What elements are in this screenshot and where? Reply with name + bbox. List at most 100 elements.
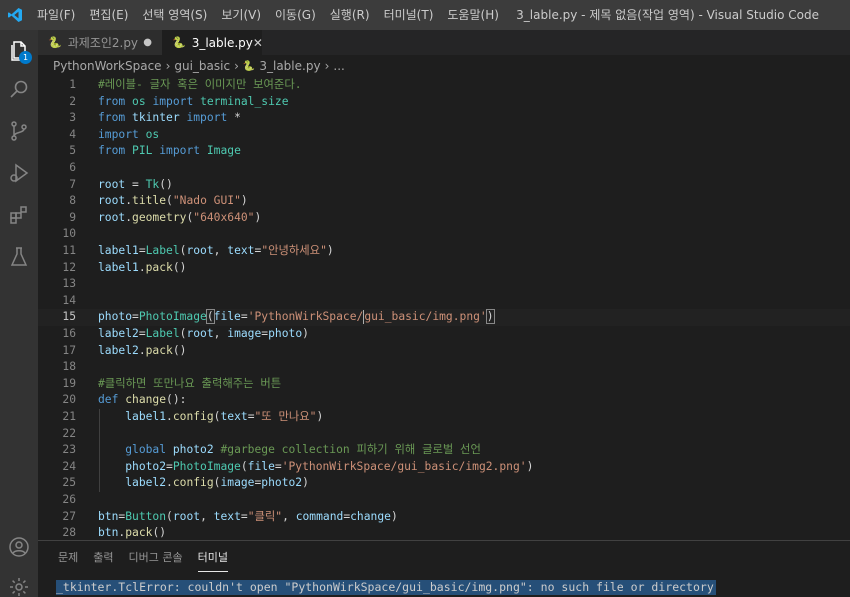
tab-assignment[interactable]: 🐍 과제조인2.py ● [38, 30, 162, 55]
breadcrumb-symbol[interactable]: ... [333, 59, 344, 73]
code-token: ) [390, 509, 398, 523]
menu-item[interactable]: 이동(G) [268, 0, 323, 30]
code-line[interactable]: 24 photo2=PhotoImage(file='PythonWirkSpa… [38, 459, 850, 476]
panel-tab[interactable]: 문제 [58, 549, 78, 572]
menu-item[interactable]: 터미널(T) [377, 0, 441, 30]
menu-item[interactable]: 실행(R) [323, 0, 377, 30]
code-token: label1 [98, 244, 139, 257]
code-token: photo2 [261, 476, 303, 490]
code-line[interactable]: 22 [38, 426, 850, 443]
code-token: config [172, 410, 214, 423]
code-line[interactable]: 17 label2.pack() [38, 343, 850, 360]
vscode-logo-icon [0, 0, 30, 30]
code-line[interactable]: 27 btn=Button(root, text="클릭", command=ch… [38, 509, 850, 526]
line-number: 18 [62, 360, 76, 374]
code-line[interactable]: 4 import os [38, 127, 850, 144]
code-line[interactable]: 3 from tkinter import * [38, 110, 850, 127]
run-debug-icon[interactable] [0, 154, 38, 192]
code-token: (): [166, 393, 187, 407]
code-line[interactable]: 20 def change(): [38, 392, 850, 409]
line-number: 26 [62, 493, 76, 506]
code-line[interactable]: 28 btn.pack() [38, 525, 850, 540]
line-number: 19 [62, 376, 76, 390]
code-token: = [240, 509, 248, 523]
account-icon[interactable] [0, 528, 38, 566]
code-token: title [132, 194, 167, 208]
code-line[interactable]: 5 from PIL import Image [38, 143, 850, 160]
code-line[interactable]: 25 label2.config(image=photo2) [38, 475, 850, 492]
code-token: def [98, 393, 119, 407]
code-line[interactable]: 11 label1=Label(root, text="안녕하세요") [38, 243, 850, 260]
code-line[interactable]: 13 [38, 276, 850, 293]
code-line[interactable]: 8 root.title("Nado GUI") [38, 193, 850, 210]
code-token: () [172, 343, 187, 357]
code-line[interactable]: 19 #클릭하면 또만나요 출력해주는 버튼 [38, 376, 850, 393]
unsaved-dot-icon[interactable]: ● [143, 37, 152, 48]
code-line[interactable]: 9 root.geometry("640x640") [38, 210, 850, 227]
code-line[interactable]: 12 label1.pack() [38, 260, 850, 277]
code-token: terminal_size [200, 94, 289, 108]
line-number: 2 [69, 94, 76, 108]
code-line[interactable]: 10 [38, 226, 850, 243]
menu-item[interactable]: 보기(V) [214, 0, 268, 30]
panel-tab[interactable]: 디버그 콘솔 [129, 549, 183, 572]
code-token: label2 [98, 343, 139, 357]
code-line[interactable]: 7 root = Tk() [38, 177, 850, 194]
terminal-output[interactable]: _tkinter.TclError: couldn't open "Python… [56, 580, 716, 595]
code-token: text [227, 244, 255, 257]
close-icon[interactable]: ✕ [253, 36, 263, 50]
code-token: PIL [132, 144, 153, 158]
panel-tab[interactable]: 출력 [93, 549, 113, 572]
panel-tab[interactable]: 터미널 [197, 549, 228, 572]
code-token: . [166, 410, 173, 423]
menu-item[interactable]: 선택 영역(S) [135, 0, 214, 30]
code-token: = [247, 410, 255, 423]
tab-label: 3_lable.py [191, 35, 253, 50]
code-token: ) [240, 194, 248, 208]
breadcrumb-workspace[interactable]: PythonWorkSpace [53, 59, 162, 73]
code-token: image [220, 476, 255, 490]
search-icon[interactable] [0, 70, 38, 108]
code-line[interactable]: 18 [38, 359, 850, 376]
code-editor[interactable]: 1 #레이블- 글자 혹은 이미지만 보여준다. 2 from os import t… [38, 77, 850, 540]
settings-gear-icon[interactable] [0, 568, 38, 597]
menu-item[interactable]: 편집(E) [82, 0, 135, 30]
code-token: Label [145, 244, 180, 257]
chevron-right-icon: › [165, 59, 171, 73]
code-token: Label [145, 327, 180, 340]
code-text: label2.pack() [98, 343, 186, 360]
code-line[interactable]: 16 label2=Label(root, image=photo) [38, 326, 850, 343]
code-token: ) [302, 476, 309, 490]
menu-item[interactable]: 도움말(H) [440, 0, 506, 30]
code-line[interactable]: 2 from os import terminal_size [38, 94, 850, 111]
code-line[interactable]: 26 [38, 492, 850, 509]
code-token: os [145, 127, 160, 141]
code-token: #레이블- 글자 혹은 이미지만 보여준다. [98, 78, 302, 91]
code-line[interactable]: 15 photo=PhotoImage(file='PythonWirkSpace… [38, 309, 850, 326]
code-token: #클릭하면 또만나요 출력해주는 버튼 [98, 376, 282, 390]
breadcrumb-file[interactable]: 3_lable.py [259, 59, 320, 73]
source-control-icon[interactable] [0, 112, 38, 150]
extensions-icon[interactable] [0, 196, 38, 234]
code-line[interactable]: 1 #레이블- 글자 혹은 이미지만 보여준다. [38, 77, 850, 94]
breadcrumb-folder[interactable]: gui_basic [174, 59, 230, 73]
tab-3-lable[interactable]: 🐍 3_lable.py ✕ [162, 30, 263, 55]
code-line[interactable]: 21 label1.config(text="또 만나요") [38, 409, 850, 426]
testing-icon[interactable] [0, 238, 38, 276]
code-text: def change(): [98, 392, 186, 409]
code-token: ) [302, 327, 309, 340]
code-token: ) [326, 244, 334, 257]
code-line[interactable]: 23 global photo2 #garbege collection 피하기… [38, 442, 850, 459]
code-text: global photo2 #garbege collection 피하기 위해… [98, 442, 481, 459]
code-token: root [98, 177, 126, 191]
files-icon[interactable]: 1 [0, 32, 38, 70]
code-line[interactable]: 14 [38, 293, 850, 310]
code-token: command [295, 509, 344, 523]
menu-item[interactable]: 파일(F) [30, 0, 82, 30]
code-text: photo2=PhotoImage(file='PythonWirkSpace/… [98, 459, 533, 476]
code-token: ( [166, 194, 173, 208]
code-line[interactable]: 6 [38, 160, 850, 177]
line-number: 9 [69, 210, 76, 224]
code-token: root [98, 210, 126, 224]
